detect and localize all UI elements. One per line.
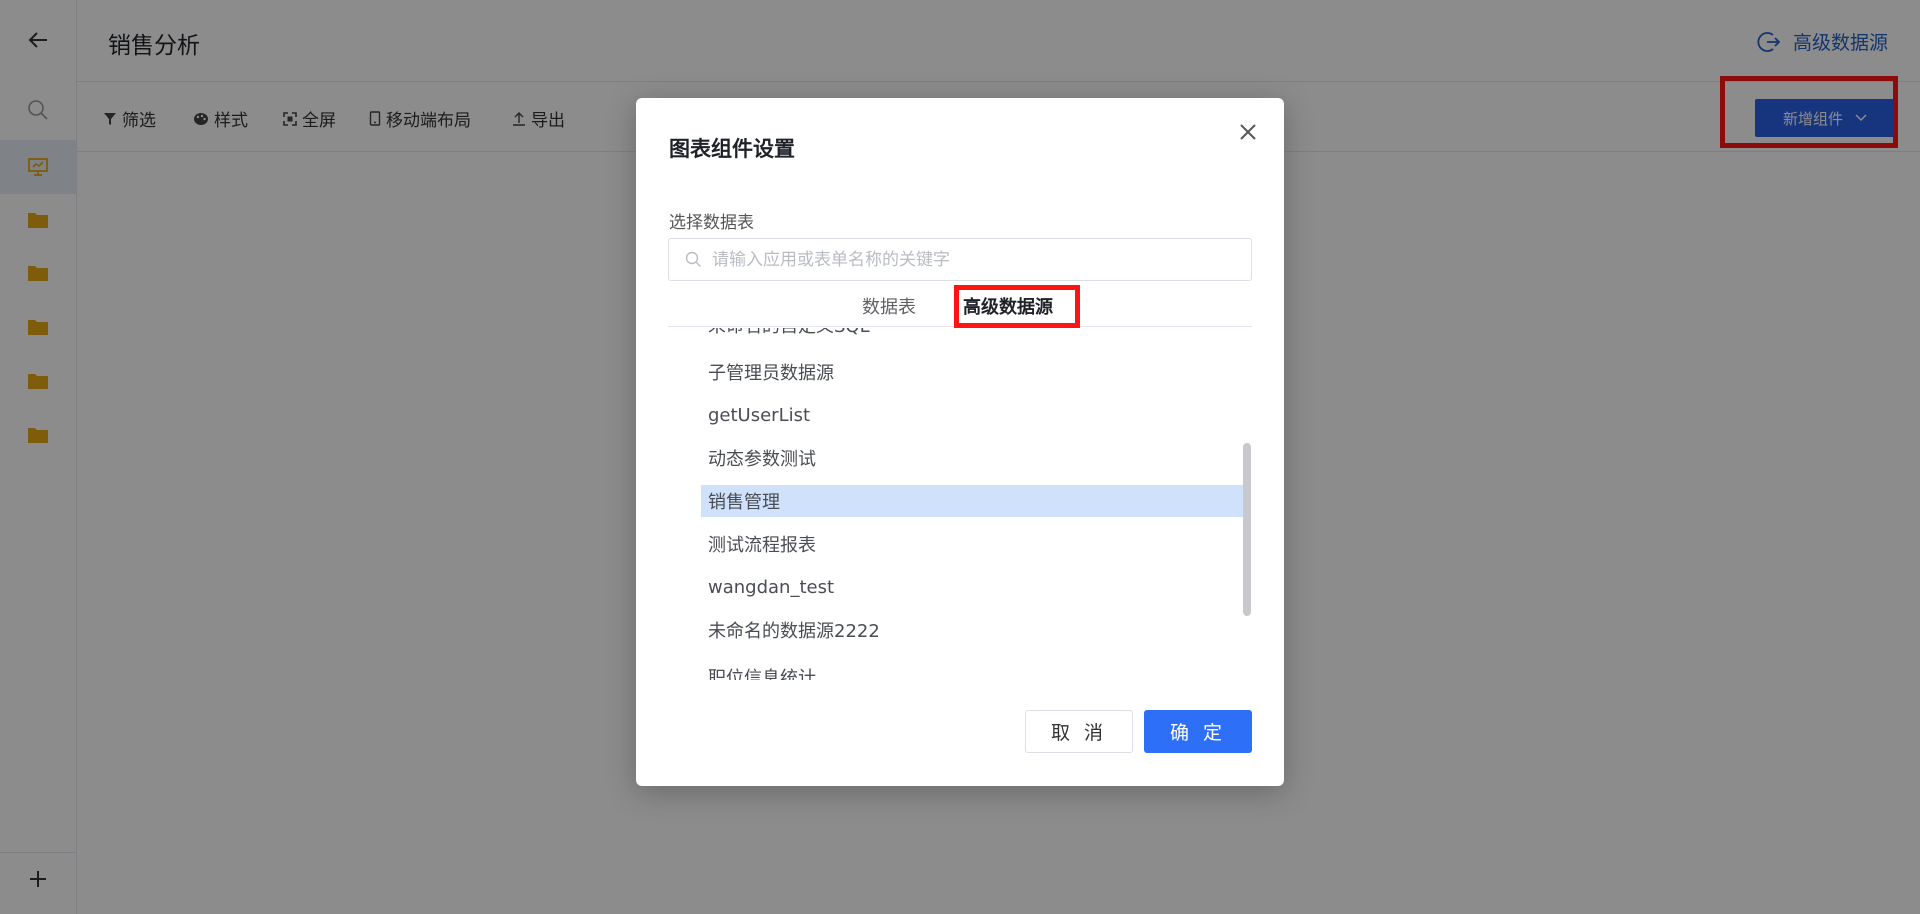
list-item[interactable]: wangdan_test	[701, 571, 1247, 603]
list-scrollbar[interactable]	[1243, 443, 1251, 616]
cancel-button[interactable]: 取 消	[1025, 710, 1133, 753]
chart-settings-dialog: 图表组件设置 选择数据表 数据表 高级数据源 未命名的自定义SQL 子管理员数据…	[636, 98, 1284, 786]
highlight-annotation-tab	[954, 285, 1080, 328]
search-field[interactable]	[668, 238, 1252, 281]
close-button[interactable]	[1234, 118, 1262, 146]
list-item[interactable]: 未命名的自定义SQL	[701, 328, 1247, 341]
list-item[interactable]: 测试流程报表	[701, 528, 1247, 560]
list-item[interactable]: 职位信息统计	[701, 661, 1247, 680]
dialog-title: 图表组件设置	[669, 137, 795, 161]
confirm-button[interactable]: 确 定	[1144, 710, 1252, 753]
close-icon	[1240, 124, 1256, 140]
search-icon	[685, 251, 701, 267]
list-item[interactable]: 未命名的数据源2222	[701, 614, 1247, 646]
search-input[interactable]	[712, 249, 1232, 270]
list-item[interactable]: 动态参数测试	[701, 442, 1247, 474]
datasource-list: 未命名的自定义SQL 子管理员数据源 getUserList 动态参数测试 销售…	[701, 328, 1269, 680]
list-item[interactable]: getUserList	[701, 399, 1247, 431]
source-tabs: 数据表 高级数据源	[668, 285, 1252, 328]
select-table-label: 选择数据表	[669, 213, 754, 233]
list-item-selected[interactable]: 销售管理	[701, 485, 1247, 517]
list-item[interactable]: 子管理员数据源	[701, 356, 1247, 388]
tab-data-table[interactable]: 数据表	[862, 293, 916, 319]
